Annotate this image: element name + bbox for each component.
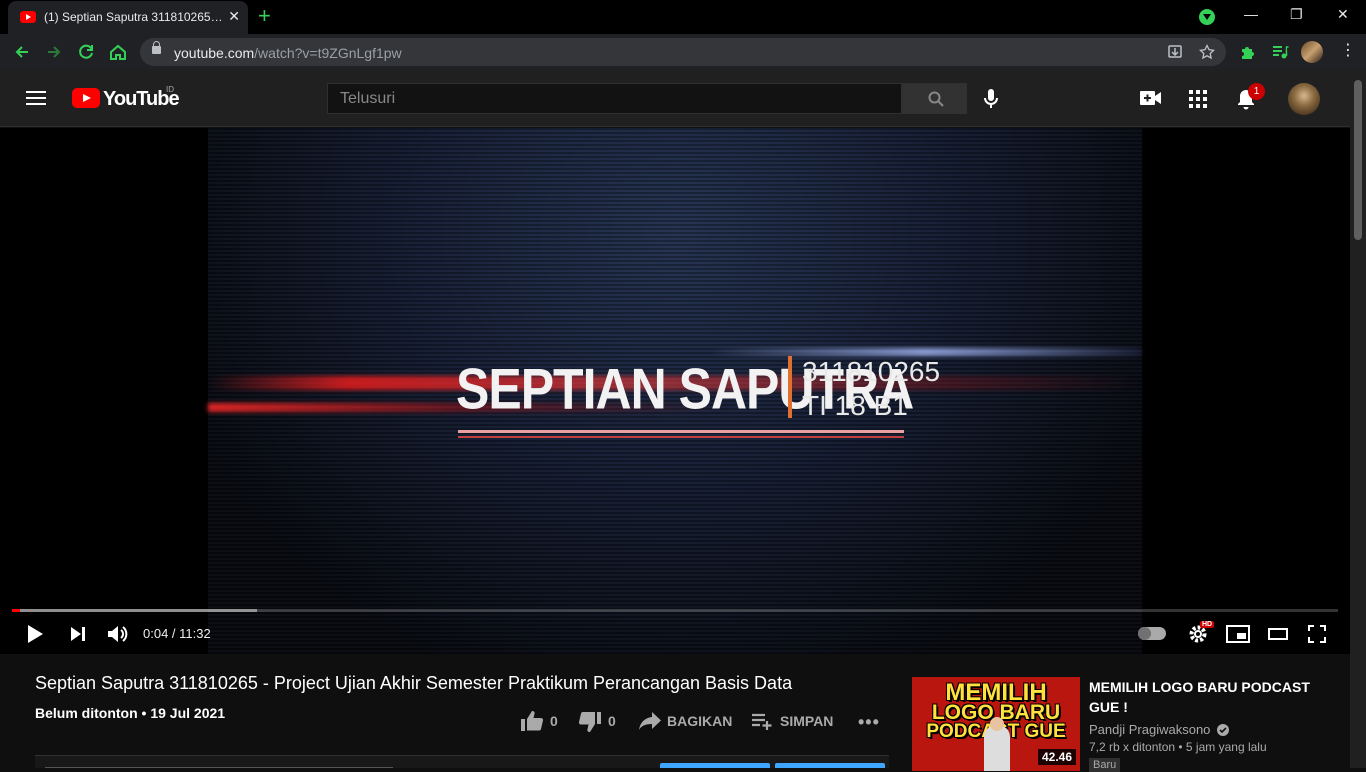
video-frame: SEPTIAN SAPUTRA 311810265 TI 18 B1	[208, 128, 1142, 654]
dislike-button[interactable]	[578, 711, 602, 733]
settings-gear-icon[interactable]: HD	[1188, 621, 1215, 644]
media-control-icon[interactable]	[1271, 43, 1289, 61]
comment-input[interactable]	[45, 764, 393, 768]
volume-icon[interactable]	[106, 623, 128, 645]
like-count: 0	[550, 713, 558, 729]
play-icon[interactable]	[26, 624, 44, 644]
address-bar[interactable]: youtube.com/watch?v=t9ZGnLgf1pw	[140, 38, 1226, 66]
next-video-icon[interactable]	[70, 626, 86, 642]
scrollbar-thumb[interactable]	[1354, 80, 1362, 240]
tab-title: (1) Septian Saputra 311810265 - P	[44, 10, 224, 24]
miniplayer-icon[interactable]	[1226, 625, 1250, 643]
dislike-count: 0	[608, 713, 616, 729]
comment-section-preview	[35, 756, 889, 768]
recommendation-thumbnail[interactable]: MEMILIH LOGO BARU PODCAST GUE 42.46	[912, 677, 1080, 771]
notification-count-badge: 1	[1248, 83, 1265, 100]
chrome-profile-download-icon[interactable]	[1199, 9, 1215, 25]
theater-mode-icon[interactable]	[1268, 628, 1288, 640]
bookmark-star-icon[interactable]	[1199, 44, 1215, 60]
video-duration: 42.46	[1037, 749, 1076, 765]
autoplay-pause-icon	[1138, 627, 1151, 640]
thumbs-up-icon	[521, 711, 544, 731]
country-code: ID	[166, 85, 174, 94]
progress-buffered	[12, 609, 257, 612]
install-app-icon[interactable]	[1167, 44, 1183, 60]
menu-hamburger-icon[interactable]	[26, 91, 46, 105]
more-actions-icon[interactable]: •••	[858, 712, 880, 733]
recommendation-stats: 7,2 rb x ditonton • 5 jam yang lalu	[1089, 740, 1267, 754]
recommendation-title[interactable]: MEMILIH LOGO BARU PODCAST GUE !	[1089, 677, 1329, 717]
minimize-button[interactable]: —	[1244, 6, 1258, 22]
browser-tab-bar: (1) Septian Saputra 311810265 - P ✕ + — …	[0, 0, 1366, 34]
time-display: 0:04 / 11:32	[143, 626, 211, 641]
forward-icon[interactable]	[44, 42, 64, 62]
extensions-icon[interactable]	[1239, 43, 1257, 61]
share-icon[interactable]	[638, 711, 662, 731]
recommendation-channel[interactable]: Pandji Pragiwaksono	[1089, 722, 1230, 737]
thumbs-down-icon	[578, 711, 601, 732]
video-progress-bar[interactable]	[12, 609, 1338, 612]
search-input[interactable]	[328, 84, 901, 113]
new-tab-button[interactable]: +	[258, 4, 271, 28]
restore-button[interactable]: ❐	[1290, 6, 1303, 23]
fullscreen-icon[interactable]	[1308, 625, 1326, 643]
close-window-button[interactable]: ✕	[1337, 6, 1349, 23]
browser-toolbar: youtube.com/watch?v=t9ZGnLgf1pw ⋮	[0, 34, 1366, 70]
video-overlay-underline	[458, 430, 904, 433]
blue-action-button[interactable]	[775, 763, 885, 768]
thumbnail-person	[984, 717, 1010, 771]
youtube-favicon-icon	[20, 11, 36, 23]
save-playlist-icon[interactable]	[751, 713, 773, 731]
browser-tab[interactable]: (1) Septian Saputra 311810265 - P ✕	[8, 1, 248, 34]
video-overlay-class: TI 18 B1	[802, 390, 908, 421]
lock-icon	[152, 41, 161, 54]
player-controls: 0:04 / 11:32 HD	[0, 616, 1350, 652]
youtube-masthead: YouTube ID 1	[0, 70, 1350, 127]
like-button[interactable]	[520, 710, 544, 732]
apps-grid-icon[interactable]	[1189, 90, 1207, 108]
account-avatar[interactable]	[1288, 83, 1320, 115]
video-meta: Belum ditonton • 19 Jul 2021	[35, 705, 226, 721]
search-icon	[928, 91, 944, 107]
reload-icon[interactable]	[76, 42, 96, 62]
tab-close-icon[interactable]: ✕	[228, 8, 240, 25]
new-badge: Baru	[1089, 758, 1121, 772]
page-scrollbar[interactable]	[1350, 70, 1366, 768]
video-overlay-divider	[788, 356, 792, 418]
search-button[interactable]	[902, 83, 967, 114]
create-video-icon[interactable]	[1140, 90, 1162, 106]
video-player[interactable]: SEPTIAN SAPUTRA 311810265 TI 18 B1 0:04 …	[0, 128, 1350, 654]
video-overlay-nim: 311810265	[802, 356, 941, 387]
voice-search-mic-icon[interactable]	[982, 88, 1000, 110]
autoplay-toggle[interactable]	[1138, 627, 1166, 640]
save-button[interactable]: SIMPAN	[780, 713, 833, 729]
chrome-menu-icon[interactable]: ⋮	[1340, 43, 1356, 59]
verified-check-icon	[1217, 724, 1230, 736]
share-button[interactable]: BAGIKAN	[667, 713, 732, 729]
progress-played	[12, 609, 20, 612]
video-overlay-underline	[458, 436, 904, 438]
blue-action-button[interactable]	[660, 763, 770, 768]
home-icon[interactable]	[108, 42, 128, 62]
youtube-play-logo-icon	[72, 88, 100, 108]
hd-badge-icon: HD	[1200, 621, 1215, 628]
video-title: Septian Saputra 311810265 - Project Ujia…	[35, 673, 793, 693]
profile-avatar[interactable]	[1301, 41, 1323, 63]
back-icon[interactable]	[12, 42, 32, 62]
url-text: youtube.com/watch?v=t9ZGnLgf1pw	[174, 45, 402, 61]
search-box	[327, 83, 902, 114]
